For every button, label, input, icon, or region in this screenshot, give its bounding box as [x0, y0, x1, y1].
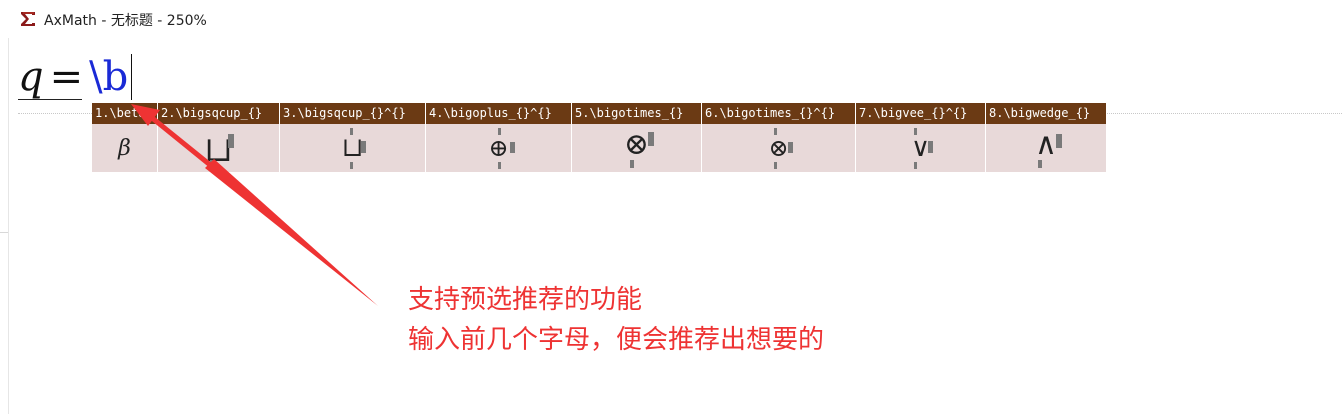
autocomplete-popup: 1.\beta β 2.\bigsqcup_{} ⊔ 3.\bigsqcup_{… — [92, 103, 1106, 172]
suggestion-preview: ⊗ — [572, 124, 701, 172]
title-bar: AxMath - 无标题 - 250% — [0, 0, 1342, 38]
suggestion-item-5[interactable]: 5.\bigotimes_{} ⊗ — [572, 103, 702, 172]
text-caret — [131, 54, 132, 100]
editor-left-border — [8, 38, 9, 414]
bottom-limit-placeholder — [498, 162, 501, 169]
bottom-limit-placeholder — [350, 162, 353, 169]
formula-operator[interactable]: = — [50, 52, 84, 102]
top-limit-placeholder — [774, 128, 777, 135]
subscript-placeholder — [210, 160, 214, 168]
superscript-placeholder — [361, 141, 366, 153]
superscript-placeholder — [228, 134, 234, 148]
editor-margin-mark — [0, 232, 8, 233]
superscript-placeholder — [928, 141, 933, 153]
bottom-limit-placeholder — [774, 162, 777, 169]
subscript-placeholder — [1038, 160, 1042, 168]
suggestion-preview: ⊔ — [280, 124, 425, 172]
suggestion-preview: ⊗ — [702, 124, 855, 172]
suggestion-item-3[interactable]: 3.\bigsqcup_{}^{} ⊔ — [280, 103, 426, 172]
bottom-limit-placeholder — [914, 162, 917, 169]
suggestion-item-2[interactable]: 2.\bigsqcup_{} ⊔ — [158, 103, 280, 172]
superscript-placeholder — [510, 142, 515, 153]
annotation-line-2: 输入前几个字母，便会推荐出想要的 — [408, 325, 825, 355]
suggestion-item-4[interactable]: 4.\bigoplus_{}^{} ⊕ — [426, 103, 572, 172]
suggestion-preview: ∨ — [856, 124, 985, 172]
suggestion-preview: ⊕ — [426, 124, 571, 172]
top-limit-placeholder — [498, 128, 501, 135]
superscript-placeholder — [648, 132, 654, 146]
superscript-placeholder — [1056, 134, 1062, 148]
sigma-icon — [19, 10, 37, 28]
formula-line[interactable]: q = \b — [18, 52, 128, 102]
suggestion-preview: ⊔ — [158, 124, 279, 172]
top-limit-placeholder — [350, 128, 353, 135]
suggestion-item-8[interactable]: 8.\bigwedge_{} ∧ — [986, 103, 1106, 172]
bigotimes-symbol: ⊗ — [768, 134, 789, 162]
superscript-placeholder — [788, 142, 793, 153]
suggestion-label: 5.\bigotimes_{} — [572, 103, 701, 124]
top-limit-placeholder — [914, 128, 917, 135]
formula-variable[interactable]: q — [18, 52, 44, 102]
suggestion-label: 1.\beta — [92, 103, 157, 124]
bigwedge-symbol: ∧ — [1035, 127, 1057, 162]
annotation-line-1: 支持预选推荐的功能 — [408, 285, 643, 315]
suggestion-item-6[interactable]: 6.\bigotimes_{}^{} ⊗ — [702, 103, 856, 172]
bigotimes-symbol: ⊗ — [623, 127, 650, 162]
suggestion-item-1[interactable]: 1.\beta β — [92, 103, 158, 172]
suggestion-label: 7.\bigvee_{}^{} — [856, 103, 985, 124]
suggestion-label: 2.\bigsqcup_{} — [158, 103, 279, 124]
suggestion-preview: β — [92, 124, 157, 172]
subscript-placeholder — [630, 160, 634, 168]
beta-symbol: β — [118, 135, 131, 161]
window-title: AxMath - 无标题 - 250% — [44, 13, 207, 29]
suggestion-item-7[interactable]: 7.\bigvee_{}^{} ∨ — [856, 103, 986, 172]
typed-command[interactable]: \b — [89, 52, 128, 102]
suggestion-label: 6.\bigotimes_{}^{} — [702, 103, 855, 124]
suggestion-label: 3.\bigsqcup_{}^{} — [280, 103, 425, 124]
suggestion-label: 8.\bigwedge_{} — [986, 103, 1106, 124]
formula-selection-underline — [18, 99, 82, 100]
bigoplus-symbol: ⊕ — [488, 134, 509, 162]
suggestion-preview: ∧ — [986, 124, 1106, 172]
suggestion-label: 4.\bigoplus_{}^{} — [426, 103, 571, 124]
